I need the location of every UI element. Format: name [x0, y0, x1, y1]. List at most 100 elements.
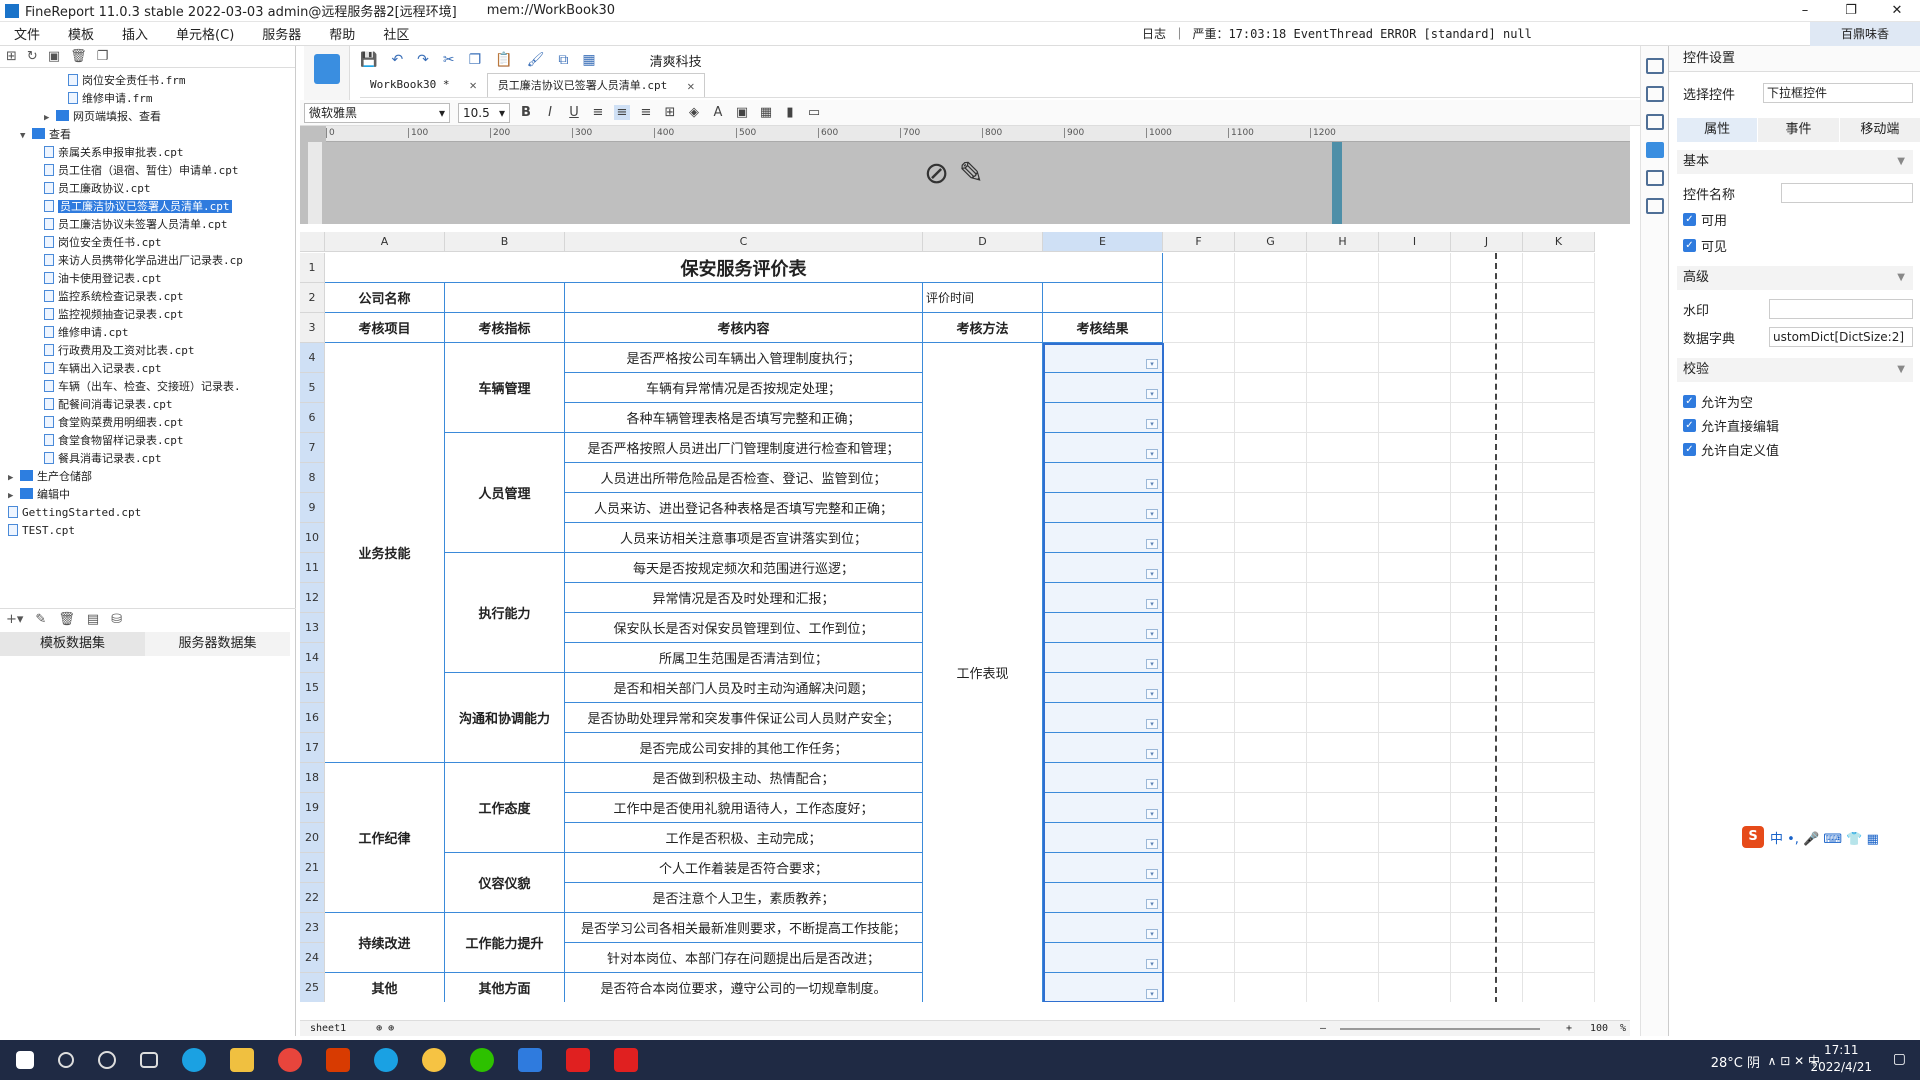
result-cell[interactable]: ▾: [1043, 403, 1163, 433]
grid-cell[interactable]: [1163, 733, 1235, 763]
grid-cell[interactable]: [1307, 973, 1379, 1002]
group-b-cell[interactable]: 车辆管理: [445, 343, 565, 433]
grid-cell[interactable]: [1523, 703, 1595, 733]
grid-cell[interactable]: [1523, 583, 1595, 613]
grid-cell[interactable]: [1235, 493, 1307, 523]
section-validation[interactable]: 校验 ▼: [1677, 358, 1913, 382]
grid-cell[interactable]: [1307, 793, 1379, 823]
group-b-cell[interactable]: 沟通和协调能力: [445, 673, 565, 763]
time-label-cell[interactable]: 评价时间: [923, 283, 1043, 313]
grid-cell[interactable]: [1451, 643, 1523, 673]
finereport-icon[interactable]: [518, 1048, 542, 1072]
result-cell[interactable]: ▾: [1043, 673, 1163, 703]
grid-cell[interactable]: [1163, 343, 1235, 373]
tab-workbook30[interactable]: WorkBook30 * ✕: [360, 73, 487, 97]
tree-item[interactable]: 食堂食物留样记录表.cpt: [0, 432, 282, 450]
dropdown-arrow-icon[interactable]: ▾: [1146, 659, 1158, 669]
menu-template[interactable]: 模板: [54, 24, 108, 43]
tree-item[interactable]: 亲属关系申报审批表.cpt: [0, 144, 282, 162]
grid-cell[interactable]: [1163, 973, 1235, 1002]
task-view-icon[interactable]: [140, 1052, 158, 1068]
tree-item[interactable]: 监控视频抽查记录表.cpt: [0, 306, 282, 324]
minimize-button[interactable]: –: [1782, 0, 1828, 22]
grid-cell[interactable]: [1163, 883, 1235, 913]
grid-cell[interactable]: [1235, 643, 1307, 673]
grid-cell[interactable]: [1451, 943, 1523, 973]
grid-cell[interactable]: [1451, 373, 1523, 403]
checkbox-icon[interactable]: ✓: [1683, 418, 1696, 432]
grid-cell[interactable]: [1307, 583, 1379, 613]
hyperlink-icon[interactable]: [1646, 198, 1664, 214]
content-cell[interactable]: 针对本岗位、本部门存在问题提出后是否改进；: [565, 943, 923, 973]
grid-cell[interactable]: [1307, 493, 1379, 523]
redo-icon[interactable]: ↷: [417, 52, 429, 68]
italic-button[interactable]: I: [542, 105, 558, 120]
dropdown-arrow-icon[interactable]: ▾: [1146, 539, 1158, 549]
bold-button[interactable]: B: [518, 105, 534, 120]
row-header[interactable]: 2: [300, 283, 325, 313]
tree-item[interactable]: 监控系统检查记录表.cpt: [0, 288, 282, 306]
row-header[interactable]: 15: [300, 673, 325, 703]
chrome-icon[interactable]: [278, 1048, 302, 1072]
grid-cell[interactable]: [1379, 793, 1451, 823]
checkbox-icon[interactable]: ✓: [1683, 394, 1696, 408]
close-button[interactable]: ✕: [1874, 0, 1920, 22]
company-value-cell[interactable]: [445, 283, 565, 313]
grid-cell[interactable]: [1379, 853, 1451, 883]
grid-cell[interactable]: [1307, 403, 1379, 433]
row-header[interactable]: 23: [300, 913, 325, 943]
result-cell[interactable]: ▾: [1043, 643, 1163, 673]
column-header[interactable]: H: [1307, 232, 1379, 252]
grid-cell[interactable]: [1163, 793, 1235, 823]
result-cell[interactable]: ▾: [1043, 613, 1163, 643]
grid-cell[interactable]: [1523, 313, 1595, 343]
dropdown-arrow-icon[interactable]: ▾: [1146, 449, 1158, 459]
grid-cell[interactable]: [1451, 913, 1523, 943]
row-header[interactable]: 14: [300, 643, 325, 673]
grid-cell[interactable]: [1307, 253, 1379, 283]
grid-cell[interactable]: [1163, 763, 1235, 793]
content-cell[interactable]: 是否协助处理异常和突发事件保证公司人员财产安全；: [565, 703, 923, 733]
grid-cell[interactable]: [1451, 823, 1523, 853]
cortana-icon[interactable]: [98, 1051, 116, 1069]
dropdown-arrow-icon[interactable]: ▾: [1146, 779, 1158, 789]
grid-cell[interactable]: [1235, 373, 1307, 403]
content-cell[interactable]: 是否严格按照人员进出厂门管理制度进行检查和管理；: [565, 433, 923, 463]
float-element-icon[interactable]: [1646, 114, 1664, 130]
tree-item[interactable]: TEST.cpt: [0, 522, 282, 540]
grid-cell[interactable]: [1523, 733, 1595, 763]
menu-server[interactable]: 服务器: [248, 24, 315, 43]
grid-cell[interactable]: [1523, 463, 1595, 493]
group-a-cell[interactable]: 业务技能: [325, 343, 445, 763]
enabled-row[interactable]: ✓ 可用: [1683, 208, 1913, 230]
grid-cell[interactable]: [1235, 793, 1307, 823]
grid-cell[interactable]: [1379, 343, 1451, 373]
content-cell[interactable]: 人员来访、进出登记各种表格是否填写完整和正确；: [565, 493, 923, 523]
zoom-out-button[interactable]: –: [1320, 1023, 1326, 1034]
grid-cell[interactable]: [1307, 283, 1379, 313]
grid-cell[interactable]: [1235, 913, 1307, 943]
grid-cell[interactable]: [1523, 883, 1595, 913]
grid-cell[interactable]: [1451, 973, 1523, 1002]
grid-cell[interactable]: [1379, 823, 1451, 853]
result-cell[interactable]: ▾: [1043, 343, 1163, 373]
content-cell[interactable]: 是否做到积极主动、热情配合；: [565, 763, 923, 793]
column-header[interactable]: G: [1235, 232, 1307, 252]
grid-cell[interactable]: [1451, 703, 1523, 733]
result-cell[interactable]: ▾: [1043, 853, 1163, 883]
grid-cell[interactable]: [1163, 943, 1235, 973]
tree-item[interactable]: 维修申请.cpt: [0, 324, 282, 342]
grid-cell[interactable]: [1307, 373, 1379, 403]
preview-template-icon[interactable]: ⧉: [558, 52, 568, 68]
weather[interactable]: 28°C 阴: [1711, 1052, 1760, 1071]
grid-cell[interactable]: [1523, 643, 1595, 673]
log-status[interactable]: 日志 ｜ 严重：17:03:18 EventThread ERROR [stan…: [1142, 25, 1532, 42]
refresh-icon[interactable]: ↻: [27, 49, 38, 64]
grid-cell[interactable]: [1163, 853, 1235, 883]
widget-type-select[interactable]: 下拉框控件: [1763, 83, 1913, 103]
grid-cell[interactable]: [1451, 853, 1523, 883]
result-cell[interactable]: ▾: [1043, 583, 1163, 613]
row-header[interactable]: 22: [300, 883, 325, 913]
align-right-icon[interactable]: ≡: [638, 105, 654, 120]
tab-server-dataset[interactable]: 服务器数据集: [145, 632, 290, 656]
